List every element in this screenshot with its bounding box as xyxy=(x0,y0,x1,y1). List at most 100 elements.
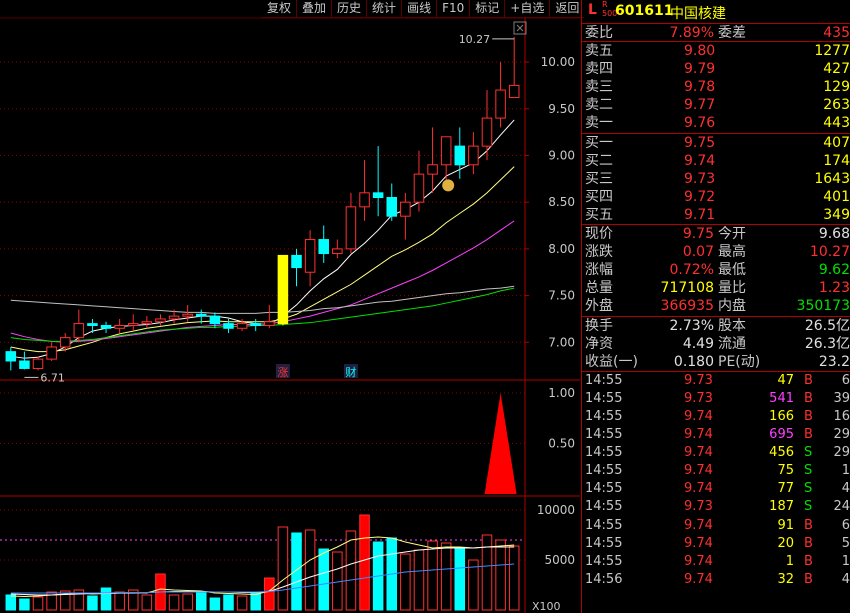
toolbar-button[interactable]: 叠加 xyxy=(296,0,331,17)
volume-bar[interactable] xyxy=(87,595,98,611)
candle-body[interactable] xyxy=(32,358,44,369)
tick-side: B xyxy=(804,427,813,443)
toolbar-button[interactable]: F10 xyxy=(436,0,469,17)
tick-list[interactable]: 14:55 9.73 47 B 6 14:55 9.73 541 B 39 14:55 9.74 166… xyxy=(582,372,850,589)
volume-bar[interactable] xyxy=(182,593,193,611)
candle-body[interactable] xyxy=(359,192,370,208)
candle-body[interactable] xyxy=(304,239,316,273)
volume-bar[interactable] xyxy=(427,540,438,611)
candle-body[interactable] xyxy=(454,145,466,166)
volume-bar[interactable] xyxy=(291,532,302,611)
volume-bar[interactable] xyxy=(508,545,520,611)
volume-unit-label: X100 xyxy=(532,600,561,613)
volume-bar[interactable] xyxy=(318,548,329,611)
candle-body[interactable] xyxy=(318,239,329,255)
candle-body[interactable] xyxy=(427,164,438,175)
stock-code: 601611 xyxy=(615,3,674,19)
quote-value: 1.23 xyxy=(818,280,850,297)
volume-ma-line xyxy=(10,536,515,598)
volume-bar[interactable] xyxy=(236,595,248,611)
weibi-row: 委比 7.89% 委差 435 xyxy=(582,24,850,43)
candle-body[interactable] xyxy=(277,254,289,325)
candle-body[interactable] xyxy=(468,145,479,166)
volume-bar[interactable] xyxy=(168,594,180,611)
candle-body[interactable] xyxy=(345,206,357,250)
candle-body[interactable] xyxy=(264,321,275,326)
volume-bar[interactable] xyxy=(277,526,289,611)
toolbar-button[interactable]: 标记 xyxy=(469,0,504,17)
candle-body[interactable] xyxy=(73,323,85,339)
volume-bar[interactable] xyxy=(19,598,30,611)
candle-body[interactable] xyxy=(5,351,17,362)
volume-bar[interactable] xyxy=(345,530,357,611)
candle-body[interactable] xyxy=(400,201,411,217)
volume-bar[interactable] xyxy=(141,594,153,611)
candle-body[interactable] xyxy=(127,323,139,326)
volume-bar[interactable] xyxy=(359,514,370,611)
volume-bar[interactable] xyxy=(250,592,261,611)
tick-row: 14:55 9.74 77 S 4 xyxy=(582,480,850,498)
chart-canvas[interactable]: 10.00 9.50 9.00 8.50 8.00 7.50 7.00 10.27 6.71 涨 财… xyxy=(0,0,580,613)
volume-bar[interactable] xyxy=(304,529,316,611)
candle-body[interactable] xyxy=(100,324,112,329)
volume-bar[interactable] xyxy=(196,591,207,611)
volume-bar[interactable] xyxy=(481,534,493,611)
volume-bar[interactable] xyxy=(440,542,452,611)
toolbar-button[interactable]: 画线 xyxy=(401,0,436,17)
candle-body[interactable] xyxy=(209,315,221,325)
candle-body[interactable] xyxy=(250,323,261,326)
candle-body[interactable] xyxy=(413,173,425,203)
volume-bar[interactable] xyxy=(495,539,506,611)
order-level: 买四 9.72 401 xyxy=(582,188,850,206)
toolbar-button[interactable]: 统计 xyxy=(366,0,401,17)
toolbar-button[interactable]: 历史 xyxy=(331,0,366,17)
tick-count: 29 xyxy=(833,427,850,443)
candle-body[interactable] xyxy=(495,89,506,119)
candle-body[interactable] xyxy=(508,84,520,99)
volume-bar[interactable] xyxy=(454,547,466,611)
volume-bar[interactable] xyxy=(209,597,221,611)
tick-count: 4 xyxy=(841,481,850,497)
candle-body[interactable] xyxy=(141,321,153,325)
money-bag-icon[interactable] xyxy=(442,179,455,192)
candle-body[interactable] xyxy=(386,197,398,217)
candle-body[interactable] xyxy=(155,318,166,323)
order-level: 卖二 9.77 263 xyxy=(582,96,850,114)
weicha-value: 435 xyxy=(823,25,850,41)
volume-bar[interactable] xyxy=(332,551,343,611)
candle-body[interactable] xyxy=(223,323,234,329)
candle-body[interactable] xyxy=(196,313,207,317)
candle-body[interactable] xyxy=(481,117,493,147)
order-level-label: 买二 xyxy=(585,152,613,169)
candle-body[interactable] xyxy=(440,136,452,166)
tick-price: 9.74 xyxy=(684,463,713,479)
candle-body[interactable] xyxy=(372,192,384,199)
volume-bar[interactable] xyxy=(32,596,44,611)
signal-peak[interactable] xyxy=(484,393,517,494)
candle-body[interactable] xyxy=(182,313,193,317)
volume-bar[interactable] xyxy=(114,591,125,611)
order-level-price: 9.79 xyxy=(684,61,716,78)
volume-bar[interactable] xyxy=(223,594,234,611)
candle-body[interactable] xyxy=(46,346,57,360)
volume-bar[interactable] xyxy=(413,549,425,611)
candle-body[interactable] xyxy=(168,315,180,320)
candle-body[interactable] xyxy=(59,337,71,348)
volume-bar[interactable] xyxy=(100,587,112,611)
volume-bar[interactable] xyxy=(264,577,275,611)
volume-bar[interactable] xyxy=(5,594,17,611)
tick-count: 24 xyxy=(833,499,850,515)
candle-body[interactable] xyxy=(114,324,125,329)
quote-value: 350173 xyxy=(796,298,850,315)
toolbar-button[interactable]: 返回 xyxy=(549,0,584,17)
candle-body[interactable] xyxy=(19,360,30,369)
kline-chart-area[interactable]: 10.00 9.50 9.00 8.50 8.00 7.50 7.00 10.27 6.71 涨 财… xyxy=(0,0,585,613)
tick-time: 14:56 xyxy=(585,571,623,587)
candle-body[interactable] xyxy=(332,248,343,255)
toolbar-button[interactable]: 复权 xyxy=(262,0,296,17)
toolbar-button[interactable]: +自选 xyxy=(504,0,549,17)
candle-body[interactable] xyxy=(87,323,98,326)
volume-bar[interactable] xyxy=(400,553,411,611)
candle-body[interactable] xyxy=(236,323,248,329)
candle-body[interactable] xyxy=(291,254,302,269)
